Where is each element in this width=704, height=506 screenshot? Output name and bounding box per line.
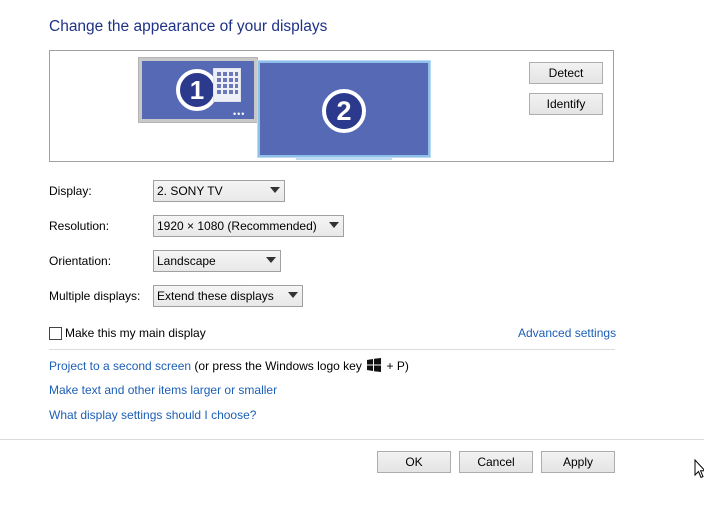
windows-logo-icon [367, 358, 382, 372]
monitor-2-base [296, 157, 392, 160]
chevron-down-icon [329, 222, 339, 228]
project-hint-suffix: + P) [383, 359, 409, 373]
display-label: Display: [49, 184, 92, 198]
monitor-1-grid-icon [213, 68, 241, 102]
multiple-displays-label: Multiple displays: [49, 289, 141, 303]
monitor-1[interactable]: 1 ••• [138, 57, 258, 123]
text-size-link[interactable]: Make text and other items larger or smal… [49, 383, 277, 397]
monitor-1-taskbar-dots: ••• [233, 109, 246, 119]
resolution-label: Resolution: [49, 219, 110, 233]
section-divider [49, 349, 615, 350]
monitor-2-number: 2 [336, 96, 351, 126]
multiple-displays-select-value: Extend these displays [157, 289, 274, 303]
advanced-settings-link[interactable]: Advanced settings [518, 326, 616, 340]
orientation-select-value: Landscape [157, 254, 216, 268]
chevron-down-icon [266, 257, 276, 263]
resolution-select-value: 1920 × 1080 (Recommended) [157, 219, 317, 233]
project-second-screen-link[interactable]: Project to a second screen [49, 359, 191, 373]
multiple-displays-select[interactable]: Extend these displays [153, 285, 303, 307]
monitor-1-number: 1 [190, 75, 204, 105]
page-title: Change the appearance of your displays [49, 18, 328, 35]
identify-button[interactable]: Identify [529, 93, 603, 115]
resolution-select[interactable]: 1920 × 1080 (Recommended) [153, 215, 344, 237]
main-display-label[interactable]: Make this my main display [65, 326, 206, 340]
monitor-2-number-badge: 2 [322, 89, 366, 133]
cancel-button[interactable]: Cancel [459, 451, 533, 473]
mouse-pointer-icon [694, 459, 704, 479]
apply-button[interactable]: Apply [541, 451, 615, 473]
project-hint-prefix: (or press the Windows logo key [191, 359, 366, 373]
monitor-2[interactable]: 2 [257, 60, 431, 160]
chevron-down-icon [270, 187, 280, 193]
ok-button[interactable]: OK [377, 451, 451, 473]
orientation-select[interactable]: Landscape [153, 250, 281, 272]
orientation-label: Orientation: [49, 254, 112, 268]
display-help-link[interactable]: What display settings should I choose? [49, 408, 256, 422]
display-select-value: 2. SONY TV [157, 184, 223, 198]
project-row: Project to a second screen (or press the… [49, 358, 409, 373]
main-display-checkbox[interactable] [49, 327, 62, 340]
display-select[interactable]: 2. SONY TV [153, 180, 285, 202]
detect-button[interactable]: Detect [529, 62, 603, 84]
monitor-arrangement-panel: 1 ••• 2 Detect Identify [49, 50, 614, 162]
footer-divider [0, 439, 704, 440]
chevron-down-icon [288, 292, 298, 298]
